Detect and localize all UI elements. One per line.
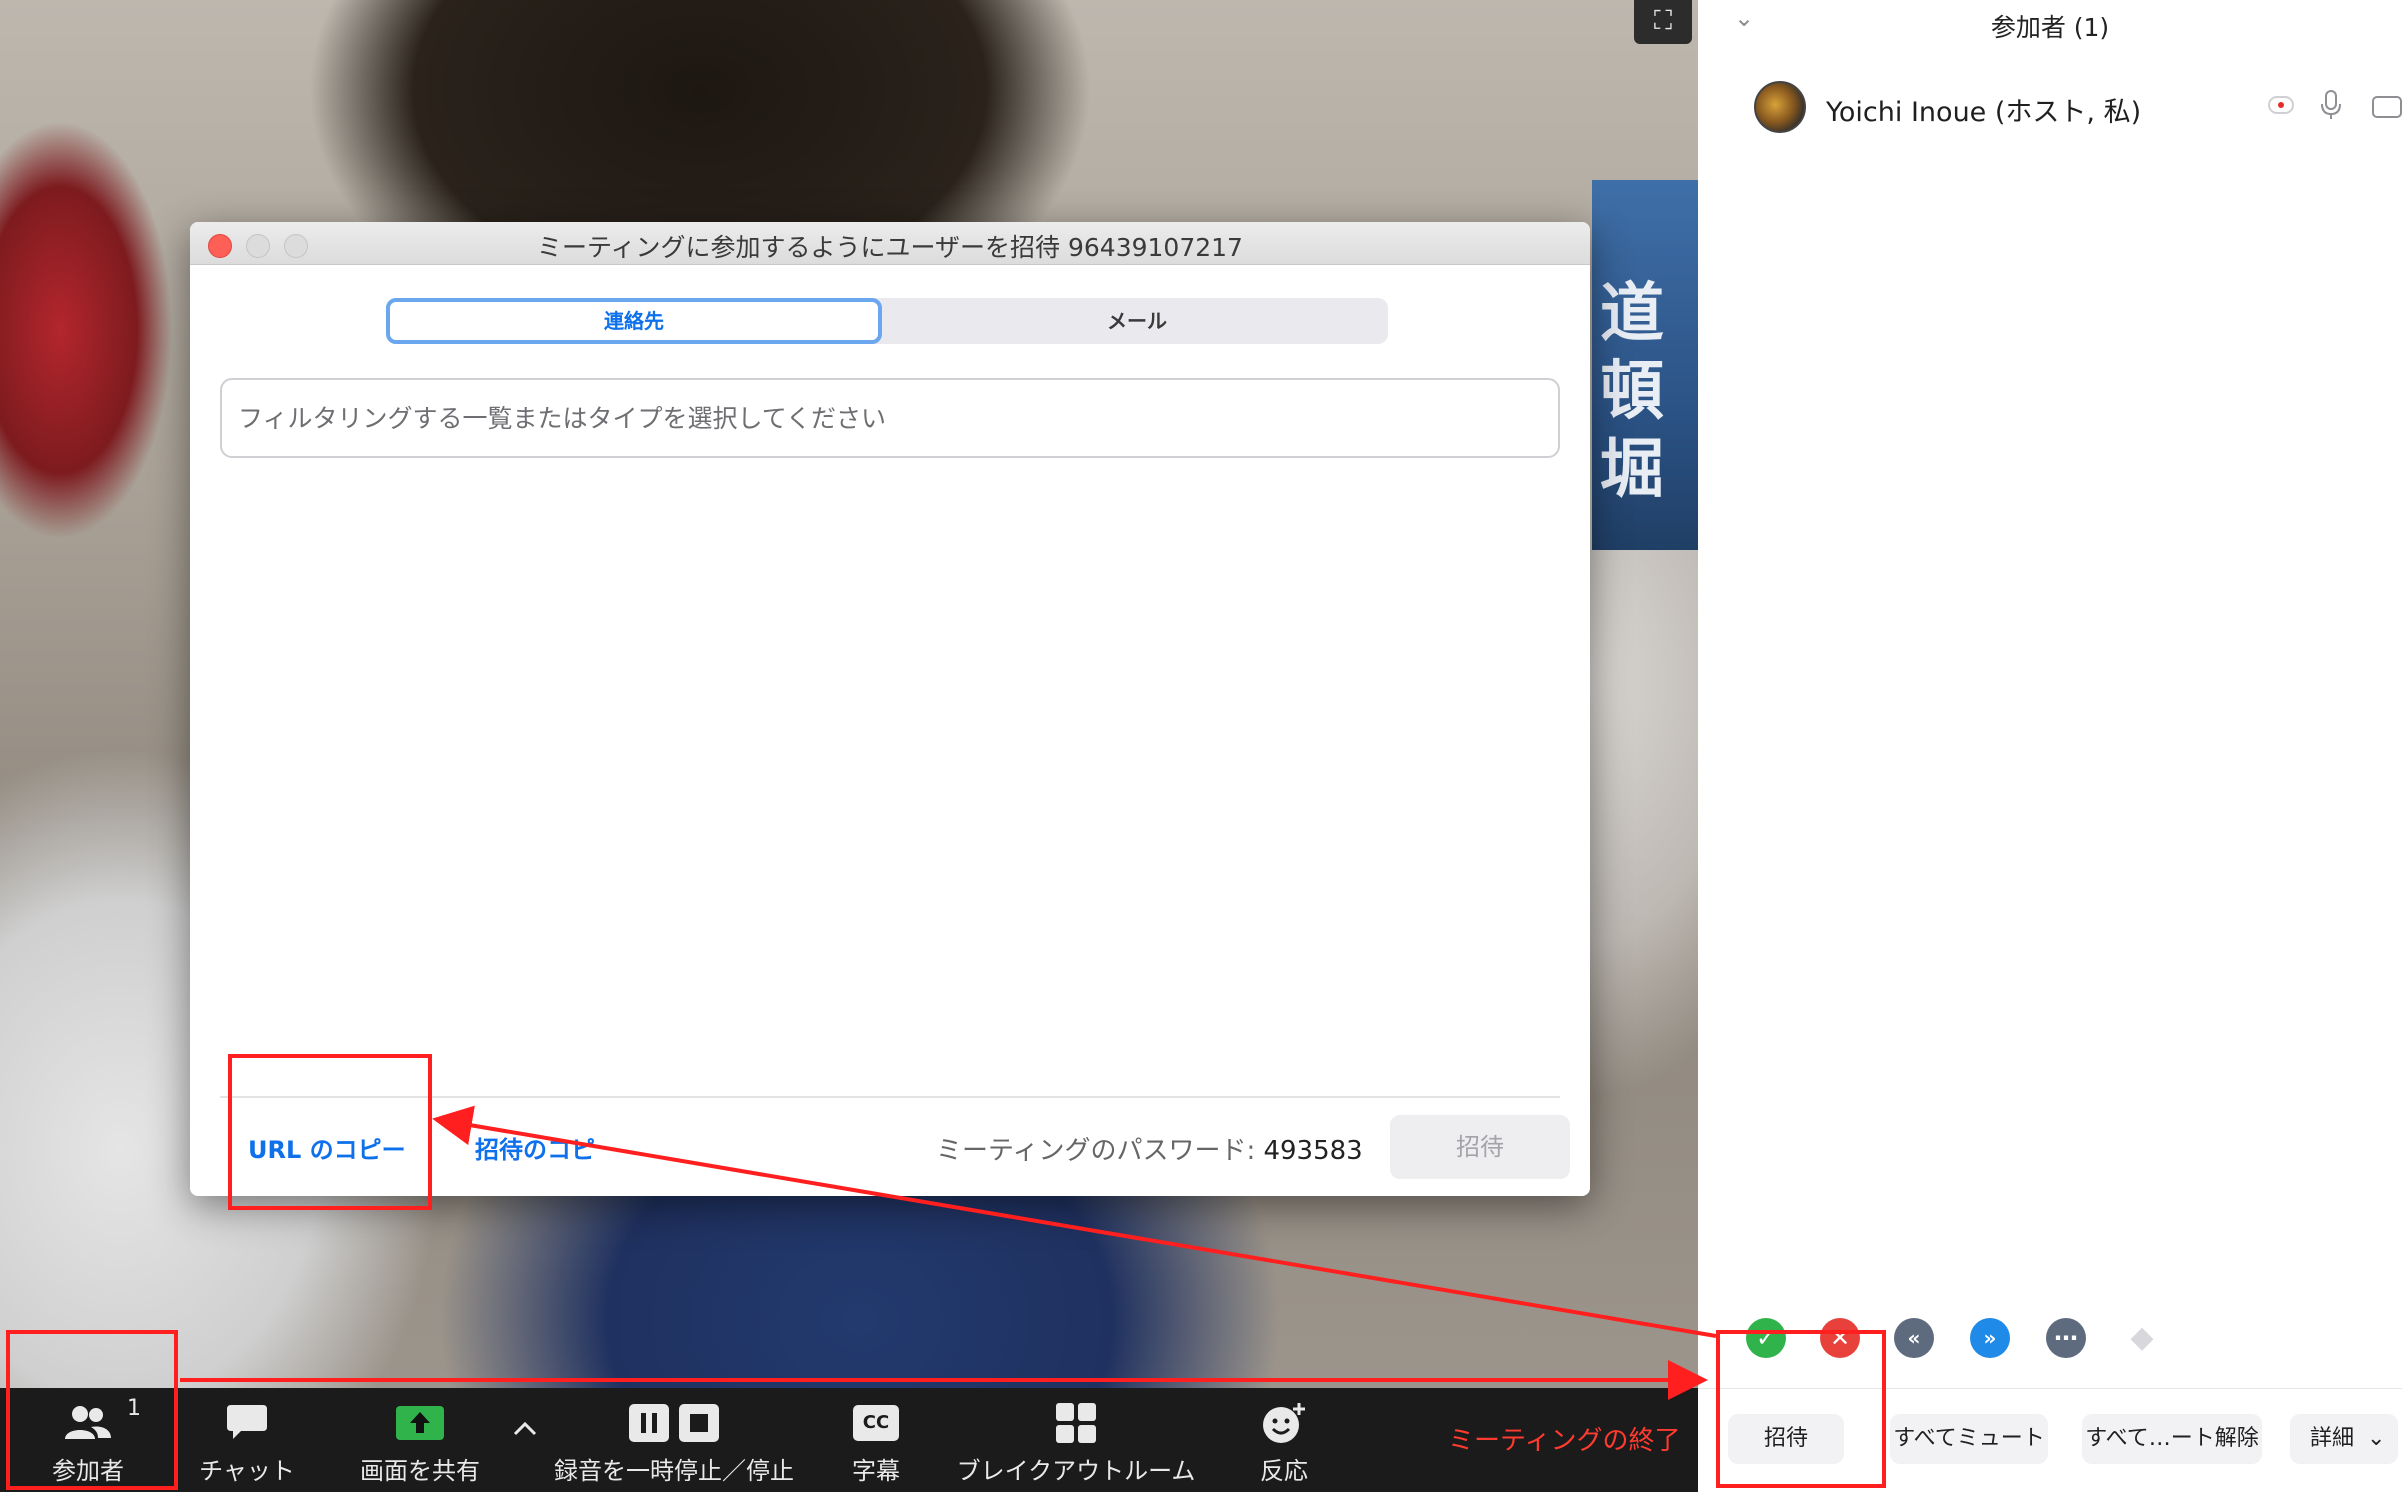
dialog-titlebar: ミーティングに参加するようにユーザーを招待 96439107217: [190, 222, 1590, 265]
participants-panel-title: 参加者 (1): [1990, 13, 2110, 42]
record-icons: [627, 1400, 721, 1446]
share-screen-button[interactable]: 画面を共有: [340, 1388, 500, 1492]
chat-icon: [225, 1400, 269, 1446]
share-screen-label: 画面を共有: [360, 1457, 480, 1485]
end-meeting-button[interactable]: ミーティングの終了: [1448, 1420, 1680, 1457]
breakout-rooms-label: ブレイクアウトルーム: [956, 1457, 1196, 1485]
reactions-label: 反応: [1260, 1457, 1308, 1485]
invite-dialog: ミーティングに参加するようにユーザーを招待 96439107217 連絡先 メー…: [190, 222, 1590, 1196]
chevron-up-icon: [512, 1406, 538, 1452]
more-options-label: 詳細: [2310, 1426, 2355, 1451]
smiley-add-icon: [1261, 1400, 1307, 1446]
meeting-password: ミーティングのパスワード: 493583: [936, 1130, 1363, 1167]
breakout-rooms-icon: [1055, 1400, 1097, 1446]
participants-panel: ⌄ 参加者 (1) Yoichi Inoue (ホスト, 私) ✓ ✕ « » …: [1698, 0, 2402, 1492]
more-options-button[interactable]: 詳細 ⌄: [2290, 1414, 2398, 1464]
meeting-toolbar: 1 参加者 チャット 画面を共有 録音を一時停止／停止 CC 字幕 ブレイクアウ…: [0, 1388, 1698, 1492]
unmute-all-button[interactable]: すべて…ート解除: [2082, 1414, 2262, 1464]
mute-all-button[interactable]: すべてミュート: [1890, 1414, 2048, 1464]
annotation-box-invite: [1716, 1330, 1886, 1488]
recording-icon: [2268, 96, 2294, 114]
video-camera-icon[interactable]: [2372, 96, 2402, 122]
password-label: ミーティングのパスワード:: [936, 1136, 1256, 1166]
breakout-rooms-button[interactable]: ブレイクアウトルーム: [950, 1388, 1202, 1492]
chat-label: チャット: [199, 1457, 295, 1485]
closed-caption-button[interactable]: CC 字幕: [826, 1388, 926, 1492]
tab-mail[interactable]: メール: [886, 298, 1388, 344]
go-faster-icon[interactable]: »: [1970, 1318, 2010, 1358]
send-invite-button[interactable]: 招待: [1390, 1115, 1570, 1179]
poster-text: 道頓堀: [1600, 276, 1664, 507]
participant-name: Yoichi Inoue (ホスト, 私): [1826, 97, 2142, 128]
fullscreen-button[interactable]: ⛶: [1634, 0, 1692, 44]
chevron-down-icon: ⌄: [2367, 1426, 2386, 1451]
copy-invitation-link[interactable]: 招待のコピー: [475, 1130, 595, 1165]
annotation-box-participants: [6, 1330, 178, 1490]
annotation-box-copy-url: [228, 1054, 432, 1210]
go-slower-icon[interactable]: «: [1894, 1318, 1934, 1358]
tab-contacts[interactable]: 連絡先: [386, 298, 882, 344]
closed-caption-label: 字幕: [852, 1457, 900, 1485]
avatar: [1754, 81, 1806, 133]
share-screen-icon: [395, 1400, 445, 1446]
microphone-icon[interactable]: [2320, 90, 2342, 124]
more-feedback-icon[interactable]: ⋯: [2046, 1318, 2086, 1358]
share-options-button[interactable]: [508, 1388, 542, 1492]
record-label: 録音を一時停止／停止: [554, 1457, 794, 1485]
dialog-title: ミーティングに参加するようにユーザーを招待 96439107217: [537, 233, 1243, 262]
password-value: 493583: [1263, 1136, 1363, 1166]
chat-button[interactable]: チャット: [182, 1388, 312, 1492]
record-controls[interactable]: 録音を一時停止／停止: [548, 1388, 800, 1492]
participant-list-item[interactable]: Yoichi Inoue (ホスト, 私): [1698, 76, 2402, 138]
cc-icon: CC: [853, 1400, 899, 1446]
contact-filter-input[interactable]: [220, 378, 1560, 458]
clear-feedback-icon[interactable]: ◆: [2122, 1318, 2162, 1358]
reactions-button[interactable]: 反応: [1234, 1388, 1334, 1492]
fullscreen-icon: ⛶: [1653, 6, 1673, 36]
cc-icon-text: CC: [853, 1405, 899, 1441]
invite-tab-control: 連絡先 メール: [386, 298, 1388, 344]
